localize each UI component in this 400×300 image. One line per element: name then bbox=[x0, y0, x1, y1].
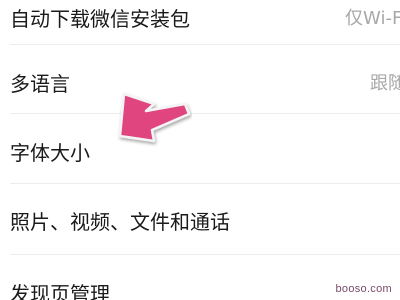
settings-item-media-files-calls[interactable]: 照片、视频、文件和通话 bbox=[0, 200, 400, 240]
settings-item-label: 照片、视频、文件和通话 bbox=[10, 209, 230, 234]
settings-item-language[interactable]: 多语言 跟随 bbox=[0, 62, 400, 102]
settings-item-label: 多语言 bbox=[10, 71, 70, 96]
settings-item-label: 自动下载微信安装包 bbox=[10, 6, 190, 31]
settings-item-auto-download[interactable]: 自动下载微信安装包 仅Wi-Fi bbox=[0, 0, 400, 34]
settings-item-label: 发现页管理 bbox=[10, 281, 110, 300]
divider bbox=[10, 113, 400, 114]
divider bbox=[10, 183, 400, 184]
divider bbox=[10, 254, 400, 255]
pointer-arrow-icon bbox=[118, 92, 191, 143]
divider bbox=[10, 44, 400, 45]
watermark: booso.com bbox=[335, 283, 392, 295]
settings-item-value: 仅Wi-Fi bbox=[345, 8, 400, 29]
settings-item-font-size[interactable]: 字体大小 bbox=[0, 131, 400, 171]
settings-item-label: 字体大小 bbox=[10, 140, 90, 165]
settings-screen: 自动下载微信安装包 仅Wi-Fi 多语言 跟随 字体大小 照片、视频、文件和通话… bbox=[0, 0, 400, 300]
settings-item-value: 跟随 bbox=[370, 73, 400, 94]
